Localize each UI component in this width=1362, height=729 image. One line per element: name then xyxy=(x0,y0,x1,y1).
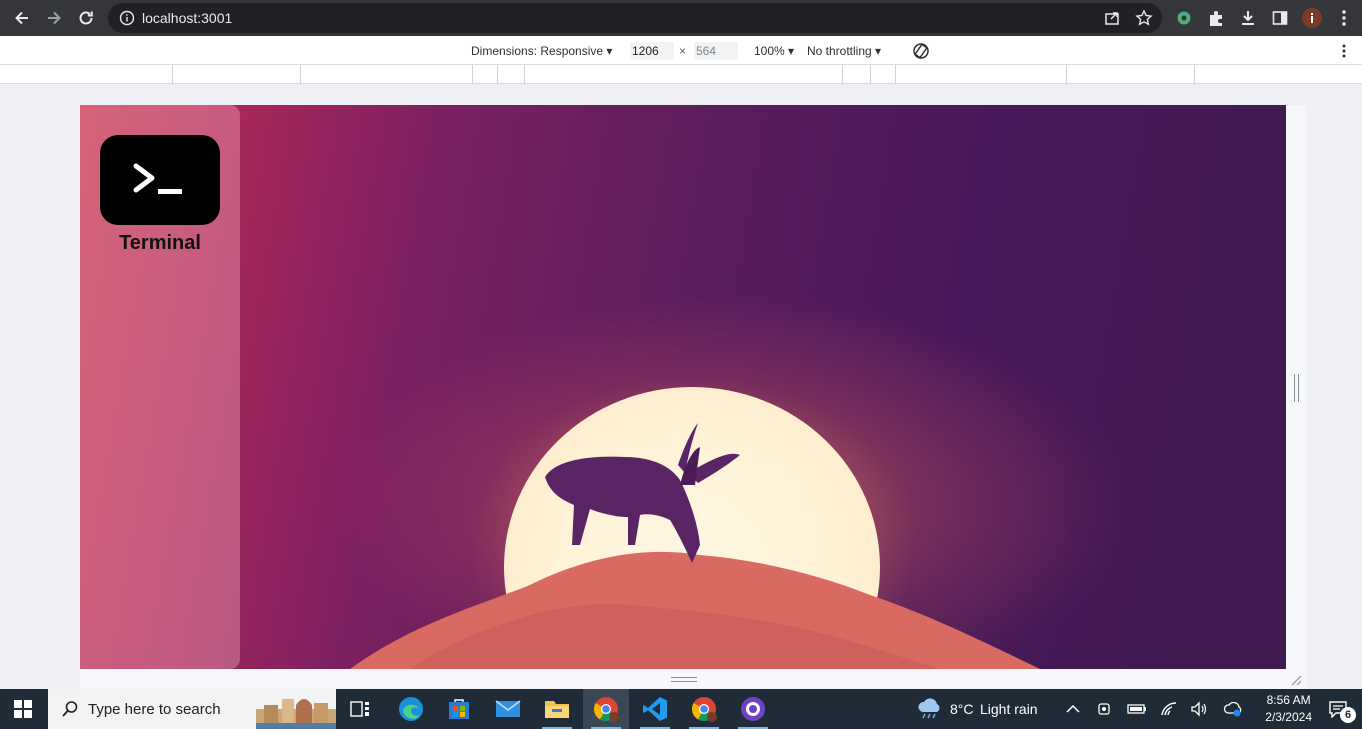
wallpaper-scene xyxy=(350,423,1040,669)
tray-meet-now[interactable] xyxy=(1092,689,1118,729)
mail-icon xyxy=(495,700,521,717)
site-info-icon[interactable] xyxy=(119,10,135,31)
media-query-marker[interactable] xyxy=(870,65,871,84)
desktop-sidebar: Terminal xyxy=(80,105,240,669)
page-viewport: Terminal xyxy=(80,105,1286,669)
edge-browser-icon xyxy=(399,697,423,721)
extension-gear-icon[interactable] xyxy=(1172,6,1196,30)
dropdown-arrow-icon: ▾ xyxy=(788,44,795,58)
notification-count-badge: 6 xyxy=(1340,707,1356,723)
taskbar-file-explorer[interactable] xyxy=(534,689,580,729)
media-query-bar[interactable] xyxy=(0,65,1362,84)
corner-resize-handle-icon[interactable] xyxy=(1290,674,1302,686)
search-icon xyxy=(62,701,78,717)
taskbar-mail[interactable] xyxy=(485,689,531,729)
chevron-up-icon xyxy=(1066,704,1080,713)
show-hidden-icons-button[interactable] xyxy=(1060,689,1086,729)
side-panel-icon[interactable] xyxy=(1268,6,1292,30)
media-query-marker[interactable] xyxy=(472,65,473,84)
media-query-marker[interactable] xyxy=(524,65,525,84)
dimensions-dropdown[interactable]: Dimensions: Responsive ▾ xyxy=(471,44,612,58)
weather-widget-icon-button[interactable] xyxy=(912,689,948,729)
terminal-app-icon[interactable] xyxy=(100,135,220,225)
width-input[interactable] xyxy=(630,42,674,60)
battery-icon xyxy=(1127,704,1146,714)
dropdown-arrow-icon: ▾ xyxy=(606,44,613,58)
chrome-icon xyxy=(691,697,717,722)
reload-icon[interactable] xyxy=(75,7,97,29)
chrome-icon xyxy=(593,697,619,722)
taskbar-chrome-second[interactable] xyxy=(681,689,727,729)
throttling-label: No throttling xyxy=(807,44,872,58)
taskbar-clock[interactable]: 8:56 AM 2/3/2024 xyxy=(1265,692,1312,726)
meet-now-icon xyxy=(1098,703,1110,715)
dimension-separator: × xyxy=(679,44,687,58)
throttling-dropdown[interactable]: No throttling ▾ xyxy=(807,44,881,58)
dropdown-arrow-icon: ▾ xyxy=(875,44,882,58)
forward-arrow-icon[interactable] xyxy=(43,7,65,29)
share-icon[interactable] xyxy=(1100,6,1124,30)
tray-battery[interactable] xyxy=(1124,689,1150,729)
dimensions-label: Dimensions: Responsive xyxy=(471,44,604,58)
vscode-icon xyxy=(643,697,667,721)
windows-taskbar: Type here to search 8°C Light rain 8:56 … xyxy=(0,689,1362,729)
download-icon[interactable] xyxy=(1236,6,1260,30)
clock-date: 2/3/2024 xyxy=(1265,710,1312,724)
zoom-label: 100% xyxy=(754,44,785,58)
terminal-app-label[interactable]: Terminal xyxy=(80,232,240,255)
zoom-dropdown[interactable]: 100% ▾ xyxy=(754,44,794,58)
taskbar-github-desktop[interactable] xyxy=(730,689,776,729)
browser-toolbar: localhost:3001 xyxy=(0,0,1362,36)
notification-center-button[interactable]: 6 xyxy=(1318,689,1358,729)
windows-logo-icon xyxy=(14,700,32,718)
taskbar-search-box[interactable]: Type here to search xyxy=(48,689,336,729)
search-placeholder: Type here to search xyxy=(88,701,221,718)
taskbar-store[interactable] xyxy=(436,689,482,729)
github-desktop-icon xyxy=(741,697,765,721)
rain-cloud-icon xyxy=(918,698,940,719)
search-highlight-illustration-icon xyxy=(256,699,336,729)
folder-icon xyxy=(545,701,569,718)
puzzle-extensions-icon[interactable] xyxy=(1204,6,1228,30)
viewport-height-resize-handle[interactable] xyxy=(671,677,697,682)
media-query-marker[interactable] xyxy=(842,65,843,84)
height-input[interactable] xyxy=(694,42,738,60)
start-button[interactable] xyxy=(0,689,46,729)
clock-time: 8:56 AM xyxy=(1266,693,1311,707)
weather-temperature[interactable]: 8°C xyxy=(950,701,974,717)
taskbar-edge[interactable] xyxy=(388,689,434,729)
speaker-icon xyxy=(1191,701,1207,717)
tray-onedrive[interactable] xyxy=(1220,689,1246,729)
browser-menu-icon[interactable] xyxy=(1332,6,1356,30)
media-query-marker[interactable] xyxy=(497,65,498,84)
task-view-icon xyxy=(350,701,369,717)
rotate-icon[interactable] xyxy=(911,41,931,64)
terminal-icon xyxy=(133,163,182,194)
device-toolbar-menu-icon[interactable] xyxy=(1341,43,1347,62)
tray-network[interactable] xyxy=(1156,689,1182,729)
media-query-marker[interactable] xyxy=(300,65,301,84)
media-query-marker[interactable] xyxy=(1066,65,1067,84)
device-toolbar: Dimensions: Responsive ▾ × 100% ▾ No thr… xyxy=(0,36,1362,65)
weather-description[interactable]: Light rain xyxy=(980,701,1038,717)
media-query-marker[interactable] xyxy=(1194,65,1195,84)
taskbar-chrome-active[interactable] xyxy=(583,689,629,729)
profile-avatar[interactable] xyxy=(1300,6,1324,30)
cloud-sync-icon xyxy=(1223,701,1242,717)
media-query-marker[interactable] xyxy=(895,65,896,84)
wifi-icon xyxy=(1161,702,1177,716)
tray-volume[interactable] xyxy=(1186,689,1212,729)
address-bar[interactable]: localhost:3001 xyxy=(108,3,1162,33)
task-view-button[interactable] xyxy=(337,689,383,729)
bookmark-star-icon[interactable] xyxy=(1132,6,1156,30)
back-arrow-icon[interactable] xyxy=(11,7,33,29)
viewport-width-resize-handle[interactable] xyxy=(1294,374,1299,402)
microsoft-store-icon xyxy=(449,699,469,719)
media-query-marker[interactable] xyxy=(172,65,173,84)
url-text: localhost:3001 xyxy=(142,10,233,26)
taskbar-vscode[interactable] xyxy=(632,689,678,729)
